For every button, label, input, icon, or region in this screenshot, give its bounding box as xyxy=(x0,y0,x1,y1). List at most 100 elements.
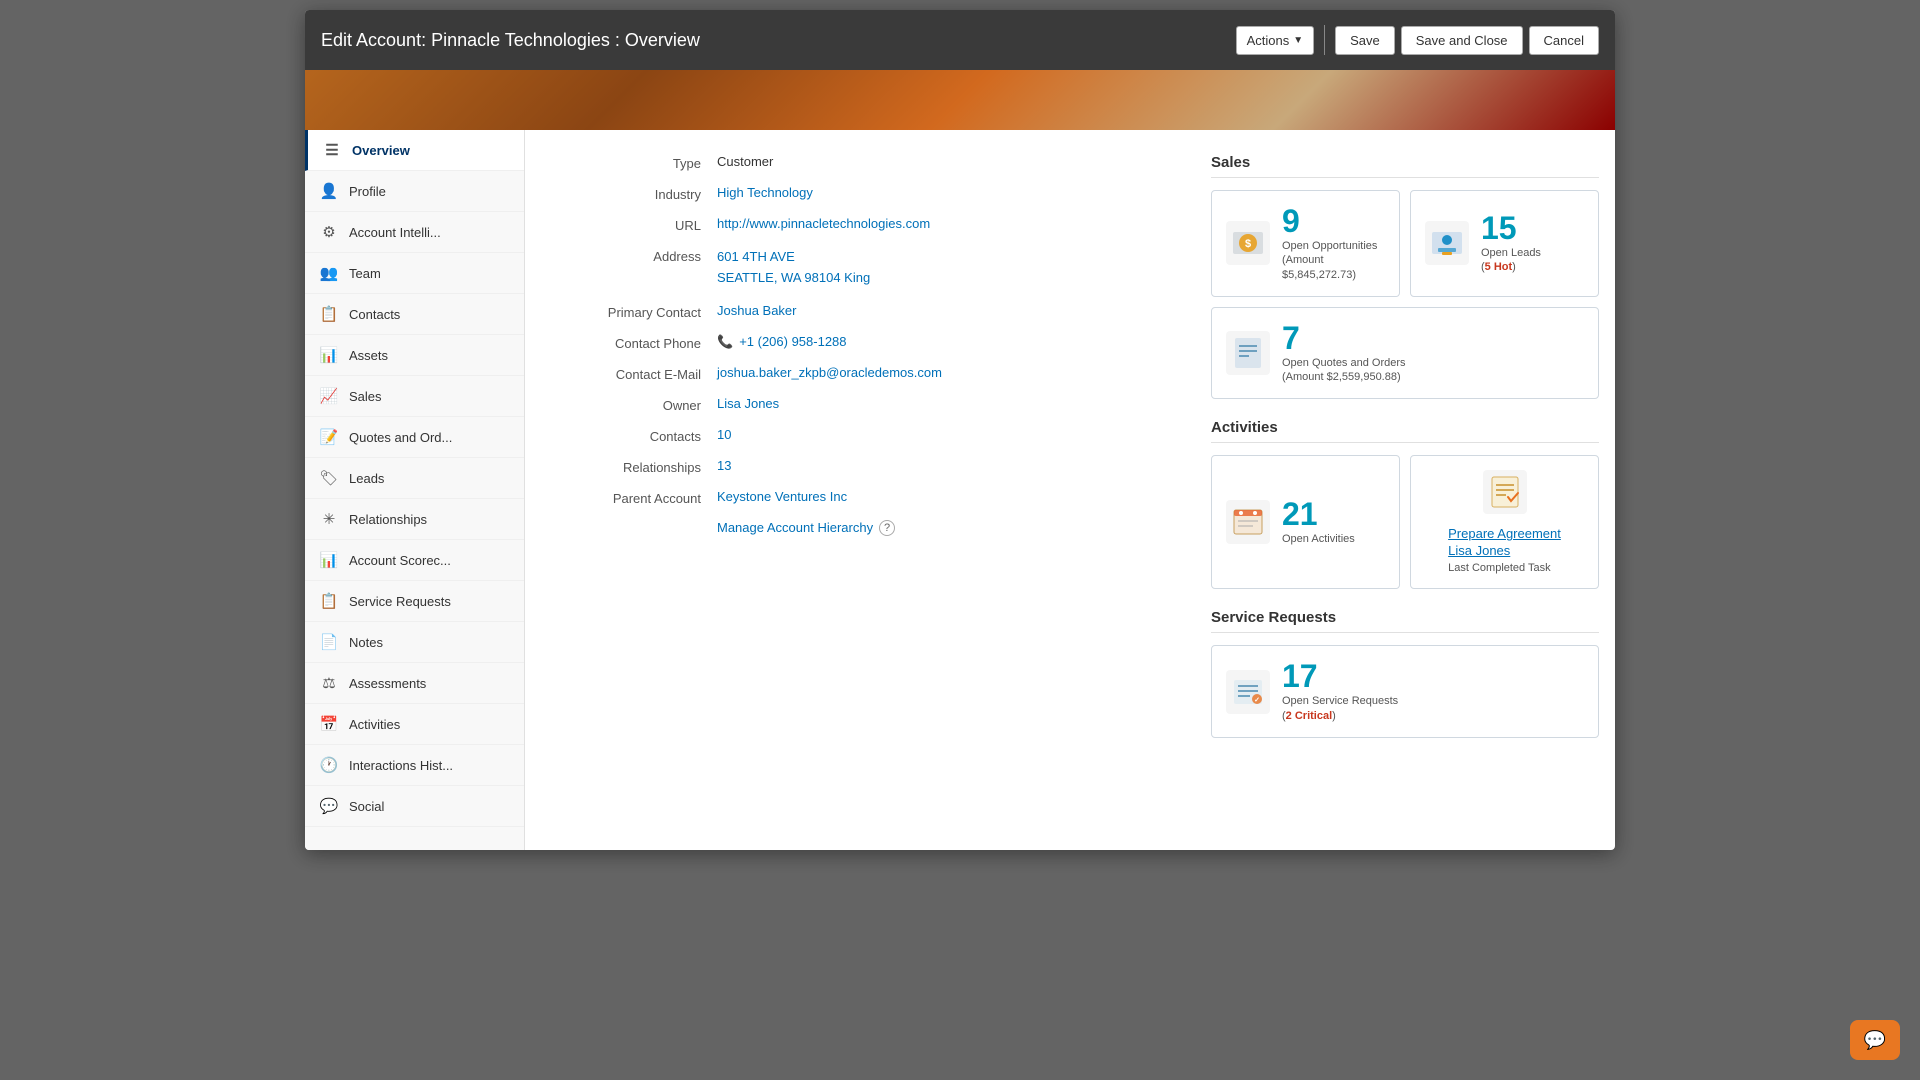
contacts-icon: 📋 xyxy=(319,304,339,324)
relationships-field-row: Relationships 13 xyxy=(557,458,1163,475)
interactions-hist-icon: 🕐 xyxy=(319,755,339,775)
task-title-link[interactable]: Prepare Agreement xyxy=(1448,526,1561,541)
sales-section: Sales $ 9 xyxy=(1211,154,1599,399)
sidebar-item-activities[interactable]: 📅 Activities xyxy=(305,704,524,745)
chat-bubble[interactable]: 💬 xyxy=(1850,1020,1900,1060)
relationships-count-link[interactable]: 13 xyxy=(717,458,731,473)
phone-icon: 📞 xyxy=(717,334,733,350)
last-task-card[interactable]: Prepare Agreement Lisa Jones Last Comple… xyxy=(1410,455,1599,589)
sidebar-nav: ☰ Overview 👤 Profile ⚙ Account Intelli..… xyxy=(305,130,525,850)
activities-section-title: Activities xyxy=(1211,419,1599,443)
sidebar-item-service-requests[interactable]: 📋 Service Requests xyxy=(305,581,524,622)
leads-card-icon xyxy=(1425,221,1469,265)
address-line1-link[interactable]: 601 4TH AVE xyxy=(717,249,795,264)
assessments-icon: ⚖ xyxy=(319,673,339,693)
contact-email-label: Contact E-Mail xyxy=(557,365,717,382)
sidebar-item-team[interactable]: 👥 Team xyxy=(305,253,524,294)
header-divider xyxy=(1324,25,1325,55)
cancel-button[interactable]: Cancel xyxy=(1529,26,1599,55)
actions-chevron-icon: ▼ xyxy=(1293,35,1303,46)
contacts-count-link[interactable]: 10 xyxy=(717,427,731,442)
quotes-icon xyxy=(1226,331,1270,375)
sidebar-item-leads[interactable]: 🏷 Leads xyxy=(305,458,524,499)
hierarchy-help-icon[interactable]: ? xyxy=(879,520,895,536)
sidebar-item-sales[interactable]: 📈 Sales xyxy=(305,376,524,417)
manage-hierarchy-spacer xyxy=(557,520,717,522)
url-link[interactable]: http://www.pinnacletechnologies.com xyxy=(717,216,930,231)
save-button[interactable]: Save xyxy=(1335,26,1395,55)
activities-card-icon xyxy=(1226,500,1270,544)
sidebar-item-social[interactable]: 💬 Social xyxy=(305,786,524,827)
primary-contact-label: Primary Contact xyxy=(557,303,717,320)
relationships-label: Relationships xyxy=(557,458,717,475)
sidebar-item-quotes-orders[interactable]: 📝 Quotes and Ord... xyxy=(305,417,524,458)
actions-button[interactable]: Actions ▼ xyxy=(1236,26,1315,55)
leads-count: 15 xyxy=(1481,212,1541,244)
sidebar-item-profile[interactable]: 👤 Profile xyxy=(305,171,524,212)
contact-email-field-row: Contact E-Mail joshua.baker_zkpb@oracled… xyxy=(557,365,1163,382)
sales-cards-row-2: 7 Open Quotes and Orders (Amount $2,559,… xyxy=(1211,307,1599,400)
contacts-value: 10 xyxy=(717,427,1163,442)
service-label: Open Service Requests (2 Critical) xyxy=(1282,694,1398,723)
contact-email-link[interactable]: joshua.baker_zkpb@oracledemos.com xyxy=(717,365,942,380)
primary-contact-link[interactable]: Joshua Baker xyxy=(717,303,797,318)
svg-text:$: $ xyxy=(1245,238,1251,250)
save-close-button[interactable]: Save and Close xyxy=(1401,26,1523,55)
phone-number-link[interactable]: +1 (206) 958-1288 xyxy=(739,334,846,349)
opportunities-card[interactable]: $ 9 Open Opportunities (Amount $5,845,27… xyxy=(1211,190,1400,297)
address-label: Address xyxy=(557,247,717,264)
decorative-band xyxy=(305,70,1615,130)
contact-phone-value: 📞 +1 (206) 958-1288 xyxy=(717,334,1163,350)
address-line2-link[interactable]: SEATTLE, WA 98104 King xyxy=(717,270,870,285)
contacts-field-row: Contacts 10 xyxy=(557,427,1163,444)
parent-account-link[interactable]: Keystone Ventures Inc xyxy=(717,489,847,504)
sidebar-item-contacts[interactable]: 📋 Contacts xyxy=(305,294,524,335)
service-critical: 2 Critical xyxy=(1286,710,1332,722)
primary-contact-field-row: Primary Contact Joshua Baker xyxy=(557,303,1163,320)
quotes-card[interactable]: 7 Open Quotes and Orders (Amount $2,559,… xyxy=(1211,307,1599,400)
parent-account-value: Keystone Ventures Inc xyxy=(717,489,1163,504)
modal-overlay: Edit Account: Pinnacle Technologies : Ov… xyxy=(0,0,1920,1080)
sidebar-item-overview[interactable]: ☰ Overview xyxy=(305,130,524,171)
sidebar-item-notes[interactable]: 📄 Notes xyxy=(305,622,524,663)
sidebar-item-account-intelli[interactable]: ⚙ Account Intelli... xyxy=(305,212,524,253)
sidebar-item-assets[interactable]: 📊 Assets xyxy=(305,335,524,376)
industry-link[interactable]: High Technology xyxy=(717,185,813,200)
industry-value: High Technology xyxy=(717,185,1163,200)
service-requests-card[interactable]: ✓ 17 Open Service Requests (2 Critical) xyxy=(1211,645,1599,738)
phone-link[interactable]: 📞 +1 (206) 958-1288 xyxy=(717,334,1163,350)
sidebar-item-interactions-hist[interactable]: 🕐 Interactions Hist... xyxy=(305,745,524,786)
manage-hierarchy-link[interactable]: Manage Account Hierarchy xyxy=(717,520,873,535)
service-card-icon: ✓ xyxy=(1226,670,1270,714)
parent-account-label: Parent Account xyxy=(557,489,717,506)
activities-cards-row: 21 Open Activities xyxy=(1211,455,1599,589)
modal-body: ☰ Overview 👤 Profile ⚙ Account Intelli..… xyxy=(305,130,1615,850)
contacts-label: Contacts xyxy=(557,427,717,444)
sales-icon: 📈 xyxy=(319,386,339,406)
owner-link[interactable]: Lisa Jones xyxy=(717,396,779,411)
type-label: Type xyxy=(557,154,717,171)
open-activities-info: 21 Open Activities xyxy=(1282,498,1355,546)
sidebar-item-relationships[interactable]: ✳ Relationships xyxy=(305,499,524,540)
contact-email-value: joshua.baker_zkpb@oracledemos.com xyxy=(717,365,1163,380)
task-owner-link[interactable]: Lisa Jones xyxy=(1448,543,1561,558)
url-field-row: URL http://www.pinnacletechnologies.com xyxy=(557,216,1163,233)
opportunities-label: Open Opportunities (Amount $5,845,272.73… xyxy=(1282,239,1385,282)
sidebar-item-assessments[interactable]: ⚖ Assessments xyxy=(305,663,524,704)
open-activities-label: Open Activities xyxy=(1282,532,1355,546)
assets-icon: 📊 xyxy=(319,345,339,365)
sidebar-item-account-scorec[interactable]: 📊 Account Scorec... xyxy=(305,540,524,581)
team-icon: 👥 xyxy=(319,263,339,283)
account-scorec-icon: 📊 xyxy=(319,550,339,570)
open-activities-card[interactable]: 21 Open Activities xyxy=(1211,455,1400,589)
manage-hierarchy-row: Manage Account Hierarchy ? xyxy=(557,520,1163,536)
manage-hierarchy-value: Manage Account Hierarchy ? xyxy=(717,520,1163,536)
svg-text:✓: ✓ xyxy=(1254,697,1260,704)
leads-card[interactable]: 15 Open Leads (5 Hot) xyxy=(1410,190,1599,297)
activities-icon: 📅 xyxy=(319,714,339,734)
notes-icon: 📄 xyxy=(319,632,339,652)
owner-field-row: Owner Lisa Jones xyxy=(557,396,1163,413)
service-section-title: Service Requests xyxy=(1211,609,1599,633)
address-value: 601 4TH AVE SEATTLE, WA 98104 King xyxy=(717,247,1163,289)
profile-icon: 👤 xyxy=(319,181,339,201)
